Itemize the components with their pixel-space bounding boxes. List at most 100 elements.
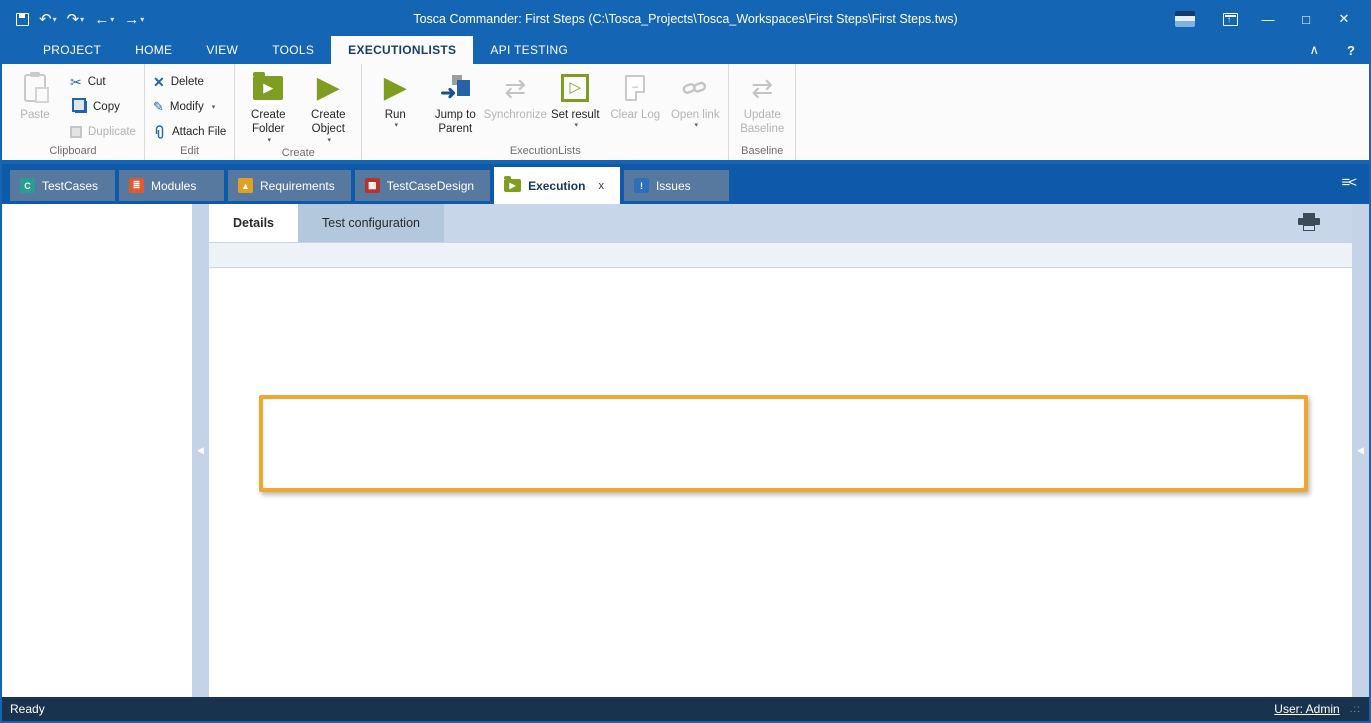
sync-icon: ⇄	[751, 75, 773, 101]
ribbon-group-clipboard: Paste✂CutCopyDuplicateClipboard	[2, 64, 145, 160]
ribbon: Paste✂CutCopyDuplicateClipboard✕Delete✎M…	[2, 64, 1369, 164]
tab-issues[interactable]: !Issues	[624, 170, 729, 201]
help-button[interactable]: ?	[1347, 43, 1355, 58]
button-label: Clear Log	[610, 108, 660, 122]
tab-execution[interactable]: ▶Executionx	[494, 167, 620, 204]
create-object-button[interactable]: ▶ Create Object▾	[299, 67, 357, 146]
app-thumbnail-icon	[1175, 7, 1209, 31]
tab-modules[interactable]: ≣Modules	[119, 170, 224, 201]
collapse-left-icon: ◀	[197, 445, 204, 456]
button-label: Cut	[88, 76, 106, 88]
create-folder-button[interactable]: ▶Create Folder▾	[239, 67, 297, 146]
right-splitter[interactable]: ◀	[1352, 204, 1369, 697]
chevron-down-icon: ▾	[395, 122, 399, 131]
button-label: Duplicate	[88, 126, 136, 138]
maximize-button[interactable]: □	[1289, 7, 1323, 31]
ribbon-tab-api-testing[interactable]: API TESTING	[473, 36, 585, 64]
attach-file-button[interactable]: Attach File	[149, 121, 230, 143]
open-link-button: Open link▾	[666, 67, 724, 131]
ribbon-group-executionlists: ▶Run▾➜Jump to Parent⇄Synchronize▷Set res…	[362, 64, 729, 160]
save-button[interactable]	[12, 13, 33, 26]
tab-requirements[interactable]: ▲ Requirements	[228, 170, 351, 201]
minimize-button[interactable]: —	[1251, 7, 1285, 31]
ribbon-tab-project[interactable]: PROJECT	[26, 36, 118, 64]
floppy-icon	[16, 13, 29, 26]
navigate-back-button[interactable]: ←▾	[90, 11, 118, 28]
ribbon-tab-tools[interactable]: TOOLS	[255, 36, 331, 64]
status-user-link[interactable]: User: Admin	[1274, 702, 1339, 716]
redo-button[interactable]: ↷▾	[63, 10, 89, 28]
ribbon-group-baseline: ⇄Update Baseline Baseline	[729, 64, 796, 160]
resize-grip[interactable]: .::	[1350, 704, 1361, 715]
copy-button[interactable]: Copy	[66, 96, 140, 118]
ribbon-tab-bar: PROJECTHOMEVIEWTOOLSEXECUTIONLISTSAPI TE…	[2, 36, 1369, 64]
button-label: Create Folder	[239, 108, 297, 137]
ribbon-group-label: Baseline	[733, 144, 791, 160]
button-label: Delete	[171, 76, 204, 88]
requirements-icon: ▲	[238, 178, 253, 193]
main-panel: Details Test configuration	[209, 204, 1352, 697]
ribbon-group-label: Create	[239, 146, 357, 162]
tab-label: TestCaseDesign	[387, 179, 474, 193]
clipboard-icon	[24, 74, 46, 102]
tab-testcases[interactable]: CTestCases	[10, 170, 115, 201]
button-label: Copy	[93, 101, 120, 113]
button-label: Create Object	[299, 108, 357, 137]
left-splitter[interactable]: ◀	[192, 204, 209, 697]
update-baseline-button: ⇄Update Baseline	[733, 67, 791, 137]
highlight-frame	[259, 395, 1308, 492]
navigate-forward-button[interactable]: →▾	[120, 11, 148, 28]
undo-button[interactable]: ↶▾	[35, 10, 61, 28]
tab-list-menu-button[interactable]: ≡<	[1341, 174, 1355, 191]
status-text: Ready	[10, 702, 45, 716]
print-button[interactable]	[1298, 213, 1320, 231]
duplicate-icon	[70, 126, 82, 138]
ribbon-tab-view[interactable]: VIEW	[189, 36, 255, 64]
document-tab-strip: CTestCases≣Modules ▲ Requirements ▦ TestCase…	[2, 164, 1369, 204]
synchronize-button: ⇄Synchronize	[486, 67, 544, 122]
copy-icon	[70, 101, 87, 113]
arrow-left-icon: ←	[94, 11, 109, 28]
set-result-icon: ▷	[561, 74, 589, 102]
close-tab-icon[interactable]: x	[598, 180, 604, 192]
undo-icon: ↶	[39, 10, 52, 28]
tab-label: Requirements	[260, 179, 335, 193]
jump-to-parent-icon: ➜	[440, 74, 470, 102]
redo-icon: ↷	[67, 10, 80, 28]
pin-panel-icon	[1223, 13, 1238, 26]
cut-button[interactable]: ✂Cut	[66, 71, 140, 93]
chevron-down-icon: ▾	[328, 137, 332, 146]
window-controls: — □ ✕	[1175, 7, 1369, 31]
modify-button[interactable]: ✎Modify▾	[149, 96, 230, 118]
tab-test-configuration[interactable]: Test configuration	[298, 204, 444, 242]
ribbon-group-create: ▶Create Folder▾▶Create Object▾Create	[235, 64, 362, 160]
pin-panel-button[interactable]	[1213, 7, 1247, 31]
chevron-down-icon: ▾	[268, 137, 272, 146]
close-button[interactable]: ✕	[1327, 7, 1361, 31]
ribbon-group-edit: ✕Delete✎Modify▾Attach FileEdit	[145, 64, 235, 160]
ribbon-tab-executionlists[interactable]: EXECUTIONLISTS	[331, 36, 473, 64]
tab-details[interactable]: Details	[209, 204, 298, 242]
collapse-ribbon-button[interactable]: ∧	[1310, 42, 1320, 58]
play-icon: ▶	[384, 73, 407, 103]
tab-testcasedesign[interactable]: ▦ TestCaseDesign	[355, 170, 490, 201]
button-label: Synchronize	[484, 108, 547, 122]
run-button[interactable]: ▶Run▾	[366, 67, 424, 131]
title-bar: ↶▾ ↷▾ ←▾ →▾ Tosca Commander: First Steps…	[2, 2, 1369, 36]
testcasedesign-icon: ▦	[365, 178, 380, 193]
set-result-button[interactable]: ▷Set result▾	[546, 67, 604, 131]
button-label: Paste	[20, 108, 49, 122]
tab-label: Issues	[656, 179, 691, 193]
testcases-icon: C	[20, 178, 35, 193]
execution-log-table	[209, 242, 1352, 697]
delete-button[interactable]: ✕Delete	[149, 71, 230, 93]
execution-tree	[2, 204, 192, 697]
play-green-icon: ▶	[317, 73, 340, 103]
modules-icon: ≣	[129, 178, 144, 193]
chevron-down-icon: ▾	[695, 122, 699, 131]
jump-to-parent-icon: ➜	[440, 74, 470, 102]
execution-icon: ▶	[504, 179, 521, 192]
ribbon-tab-home[interactable]: HOME	[118, 36, 189, 64]
jump-to-parent-button[interactable]: ➜Jump to Parent	[426, 67, 484, 137]
paste-button: Paste	[6, 67, 64, 122]
